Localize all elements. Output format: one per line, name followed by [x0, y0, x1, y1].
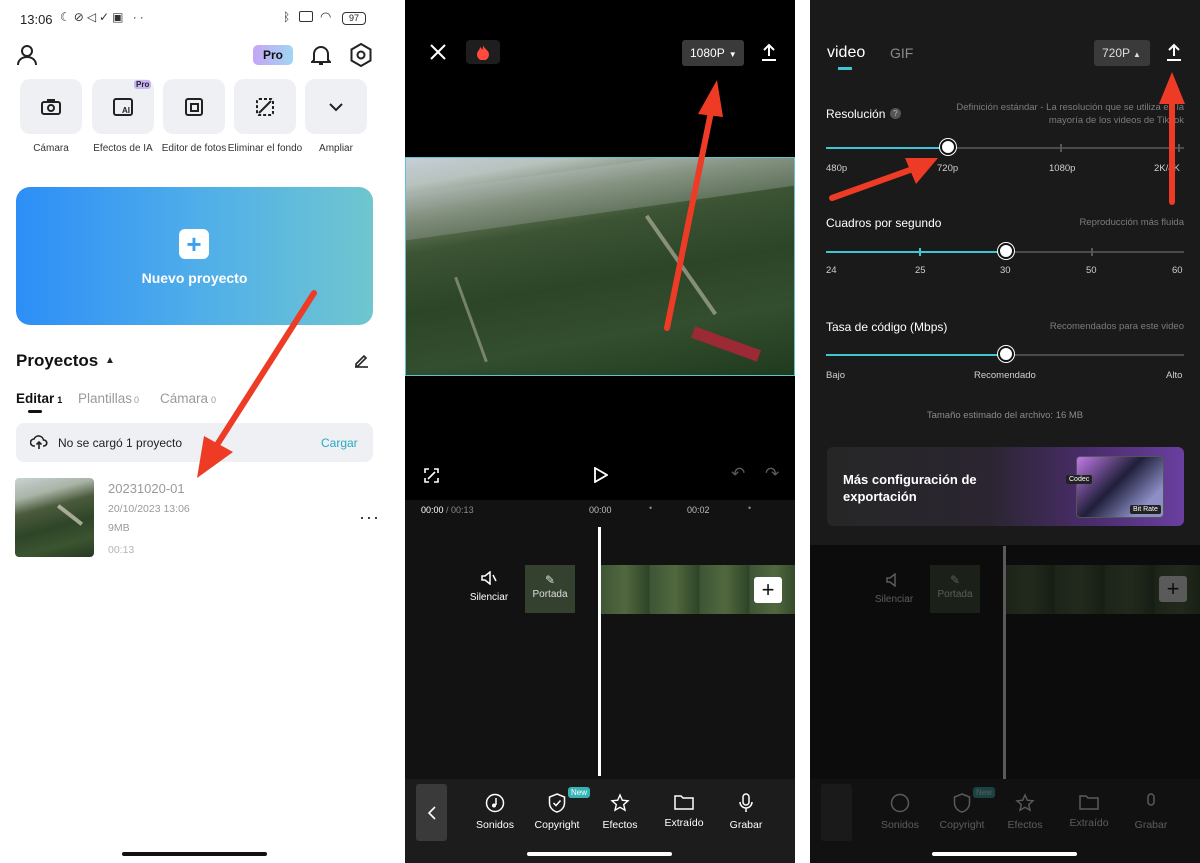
- home-screen-panel: 13:06 ☾⊘◁✓▣ ·· ᛒ ◠ 97 Pro AI Pro Cámara …: [0, 0, 390, 863]
- annotation-arrow: [664, 80, 723, 331]
- annotation-arrow: [197, 290, 317, 478]
- annotation-arrows: [829, 72, 1185, 205]
- home-indicator: [122, 852, 267, 856]
- editor-screen-panel: 1080P ▼ ↶ ↷ 00:00 / 00:13 00:00 • 00:02 •…: [405, 0, 795, 863]
- export-settings-panel: video GIF 720P ▲ Resolución ? Definición …: [810, 0, 1200, 863]
